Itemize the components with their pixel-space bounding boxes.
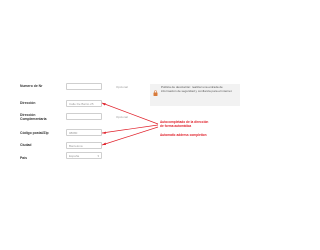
arrowhead-ciudad: [102, 142, 106, 145]
arrow-line-ciudad: [101, 126, 159, 146]
annotation-arrows: [101, 102, 159, 146]
arrow-line-postal: [101, 124, 159, 134]
annotation-zip: Automatic address completion: [160, 133, 207, 137]
arrow-line-direccion: [101, 102, 159, 125]
annotation-autocomplete: Autocompletado de la dirección de forma …: [160, 120, 209, 128]
arrowhead-postal: [102, 131, 106, 134]
